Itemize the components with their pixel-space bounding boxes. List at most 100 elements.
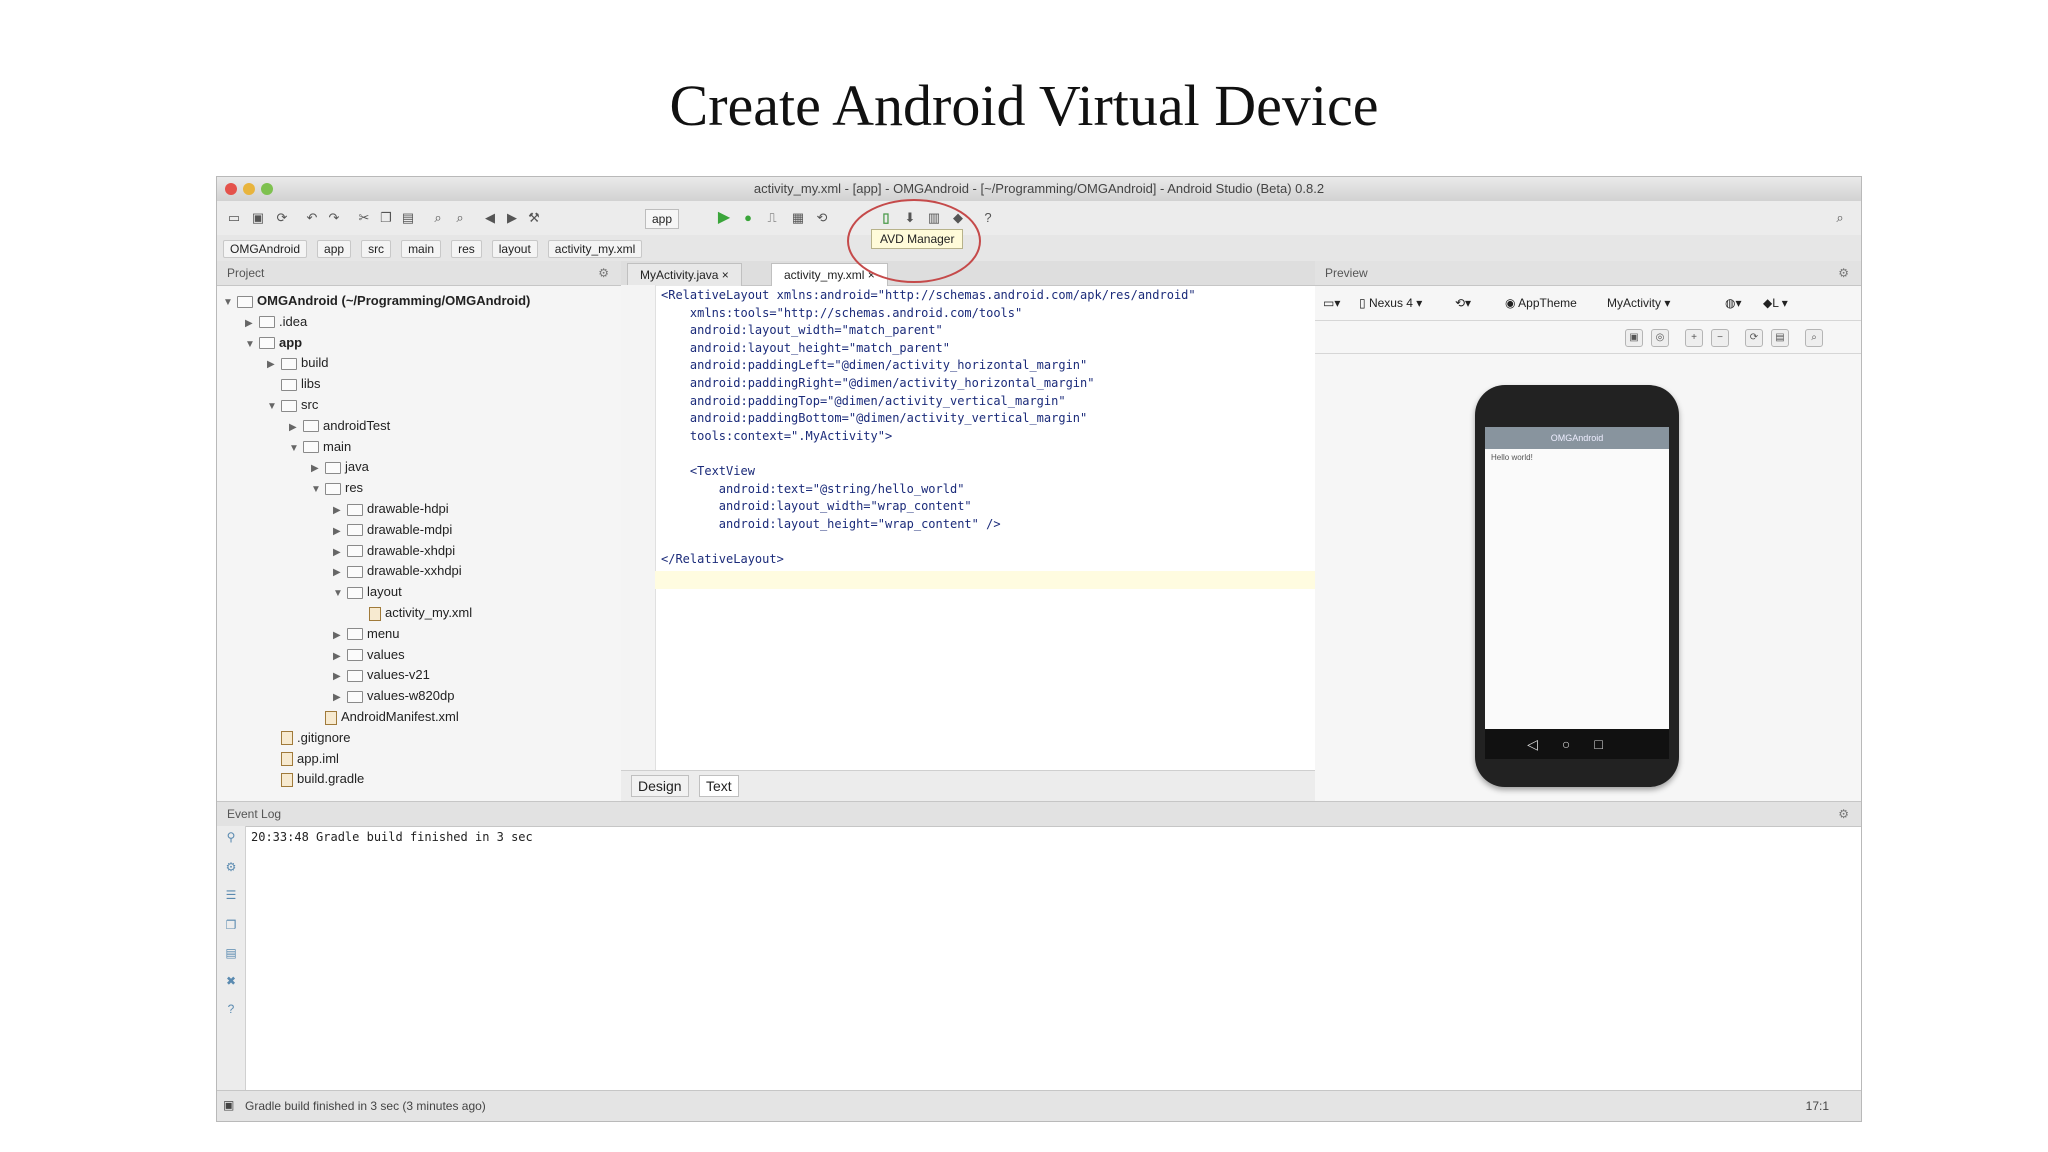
design-tab[interactable]: Design [631,775,689,797]
tree-item[interactable]: ▶ androidTest [289,416,390,436]
tree-item[interactable]: .gitignore [267,728,350,748]
device-select[interactable]: ▯ Nexus 4 ▾ [1355,294,1426,312]
expand-caret-icon[interactable]: ▼ [289,439,303,459]
tree-item[interactable]: ▶ menu [333,624,400,644]
tree-item[interactable]: app.iml [267,749,339,769]
expand-caret-icon[interactable]: ▶ [289,418,303,438]
sync-icon[interactable]: ⟳ [273,209,291,227]
breadcrumb-item[interactable]: src [361,240,392,258]
tree-item[interactable]: ▼ res [311,478,363,498]
theme-select[interactable]: ◉ AppTheme [1501,294,1581,312]
expand-caret-icon[interactable]: ▶ [311,459,325,479]
zoom-fit-icon[interactable]: ◎ [1651,329,1669,347]
expand-caret-icon[interactable]: ▶ [245,314,259,334]
debug-icon[interactable]: ● [739,209,757,227]
expand-caret-icon[interactable]: ▼ [245,335,259,355]
tab-myactivity-java[interactable]: MyActivity.java × [627,263,742,286]
pin-icon[interactable]: ⚲ [224,830,238,844]
tree-item[interactable]: ▶ drawable-hdpi [333,499,449,519]
run-icon[interactable]: ▶ [715,209,733,227]
print-icon[interactable]: ▤ [224,946,238,960]
tree-item[interactable]: ▶ values [333,645,405,665]
attach-debugger-icon[interactable]: ⎍ [763,209,781,227]
layout-config-icon[interactable]: ▭▾ [1319,294,1344,312]
back-icon[interactable]: ◀ [481,209,499,227]
breadcrumb-item[interactable]: main [401,240,442,258]
activity-select[interactable]: MyActivity ▾ [1603,294,1674,312]
expand-caret-icon[interactable]: ▶ [333,688,347,708]
tree-item[interactable]: AndroidManifest.xml [311,707,459,727]
expand-caret-icon[interactable]: ▶ [333,626,347,646]
preview-settings-icon[interactable]: ⚙ [1838,261,1849,285]
project-panel-title[interactable]: Project [227,266,264,280]
copy-log-icon[interactable]: ❐ [224,918,238,932]
breadcrumb-item[interactable]: layout [491,240,538,258]
sync-gradle-icon[interactable]: ⟲ [813,209,831,227]
refresh-preview-icon[interactable]: ⟳ [1745,329,1763,347]
tree-item[interactable]: ▶ build [267,353,328,373]
help-icon[interactable]: ? [979,209,997,227]
redo-icon[interactable]: ↷ [325,209,343,227]
copy-icon[interactable]: ❐ [377,209,395,227]
open-folder-icon[interactable]: ▭ [225,209,243,227]
expand-caret-icon[interactable]: ▶ [267,355,281,375]
settings-icon[interactable]: ⚙ [224,860,238,874]
tree-item[interactable]: ▶ values-w820dp [333,686,454,706]
tree-item[interactable]: ▶ drawable-xhdpi [333,541,455,561]
expand-caret-icon[interactable]: ▶ [333,563,347,583]
panel-settings-icon[interactable]: ⚙ [598,261,609,285]
zoom-out-icon[interactable]: − [1711,329,1729,347]
tree-item[interactable]: ▼ src [267,395,318,415]
screenshot-icon[interactable]: ▤ [1771,329,1789,347]
replace-icon[interactable]: ⌕ [451,209,469,227]
make-project-icon[interactable]: ⚒ [525,209,543,227]
expand-caret-icon[interactable]: ▼ [333,584,347,604]
zoom-search-icon[interactable]: ⌕ [1805,329,1823,347]
zoom-in-icon[interactable]: + [1685,329,1703,347]
save-icon[interactable]: ▣ [249,209,267,227]
zoom-actual-icon[interactable]: ▣ [1625,329,1643,347]
tree-item[interactable]: ▶ drawable-xxhdpi [333,561,462,581]
tree-item[interactable]: activity_my.xml [355,603,472,623]
expand-caret-icon[interactable]: ▶ [333,501,347,521]
tree-item[interactable]: ▶ .idea [245,312,307,332]
expand-caret-icon[interactable]: ▶ [333,543,347,563]
text-tab[interactable]: Text [699,775,739,797]
breadcrumb-item[interactable]: app [317,240,352,258]
cut-icon[interactable]: ✂ [355,209,373,227]
breadcrumb-item[interactable]: activity_my.xml [547,240,643,258]
tree-item[interactable]: ▼ layout [333,582,402,602]
tree-item[interactable]: ▶ java [311,457,369,477]
search-everywhere-icon[interactable]: ⌕ [1831,209,1849,227]
breadcrumb-item[interactable]: OMGAndroid [223,240,308,258]
tree-item[interactable]: libs [267,374,321,394]
expand-caret-icon[interactable]: ▶ [333,522,347,542]
forward-icon[interactable]: ▶ [503,209,521,227]
project-structure-icon[interactable]: ▦ [789,209,807,227]
expand-caret-icon[interactable]: ▶ [333,667,347,687]
find-icon[interactable]: ⌕ [429,209,447,227]
xml-code[interactable]: <RelativeLayout xmlns:android="http://sc… [661,287,1305,569]
locale-icon[interactable]: ◍▾ [1721,294,1746,312]
tree-item[interactable]: ▼ main [289,437,351,457]
expand-caret-icon[interactable]: ▼ [223,293,237,313]
paste-icon[interactable]: ▤ [399,209,417,227]
tree-item[interactable]: ▼ OMGAndroid (~/Programming/OMGAndroid) [223,291,530,311]
expand-caret-icon[interactable]: ▶ [333,647,347,667]
tree-item[interactable]: build.gradle [267,769,364,789]
tree-item[interactable]: ▶ values-v21 [333,665,430,685]
cursor-position[interactable]: 17:1 [1806,1099,1829,1113]
clear-log-icon[interactable]: ✖ [224,974,238,988]
run-configuration-select[interactable]: app [645,209,680,229]
help-icon[interactable]: ? [224,1002,238,1016]
tree-item[interactable]: ▶ drawable-mdpi [333,520,452,540]
mark-read-icon[interactable]: ☰ [224,888,238,902]
status-toggle-icon[interactable]: ▣ [223,1098,234,1112]
breadcrumb-item[interactable]: res [451,240,482,258]
undo-icon[interactable]: ↶ [303,209,321,227]
expand-caret-icon[interactable]: ▼ [267,397,281,417]
orientation-icon[interactable]: ⟲▾ [1451,294,1475,312]
api-level-select[interactable]: ◆L ▾ [1759,294,1792,312]
expand-caret-icon[interactable]: ▼ [311,480,325,500]
tree-item[interactable]: ▼ app [245,333,302,353]
